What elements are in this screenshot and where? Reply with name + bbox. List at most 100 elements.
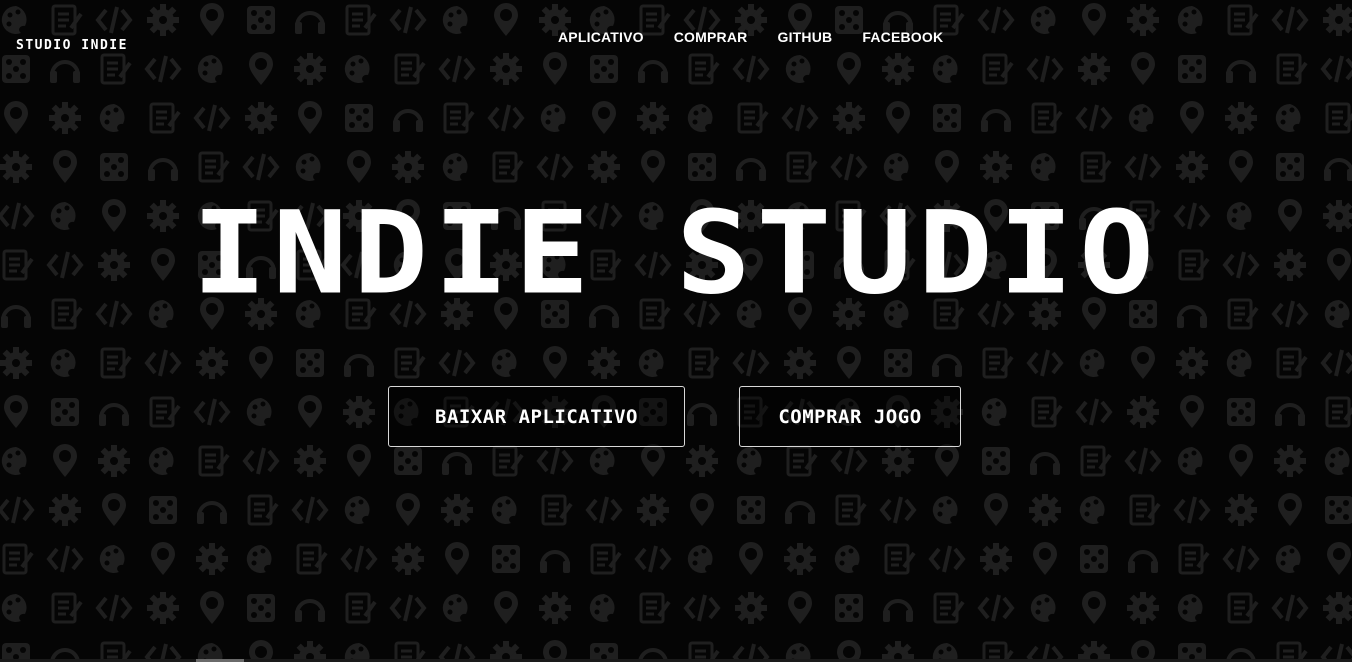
notepad-icon bbox=[1276, 347, 1308, 379]
notepad-icon bbox=[149, 102, 181, 134]
gear-icon bbox=[980, 543, 1012, 575]
download-app-button[interactable]: BAIXAR APLICATIVO bbox=[388, 386, 685, 447]
notepad-icon bbox=[1080, 445, 1112, 477]
map-pin-icon bbox=[641, 444, 665, 477]
headphones-icon bbox=[538, 550, 572, 575]
notepad-icon bbox=[1129, 494, 1161, 526]
code-icon bbox=[929, 544, 965, 574]
headphones-icon bbox=[391, 109, 425, 134]
notepad-icon bbox=[1080, 151, 1112, 183]
code-icon bbox=[96, 593, 132, 623]
gear-icon bbox=[294, 445, 326, 477]
dice-icon bbox=[1325, 496, 1352, 524]
palette-icon bbox=[1079, 495, 1105, 524]
map-pin-icon bbox=[1229, 150, 1253, 183]
gear-icon bbox=[1176, 151, 1208, 183]
headphones-icon bbox=[97, 403, 131, 428]
palette-icon bbox=[638, 348, 664, 377]
notepad-icon bbox=[1178, 543, 1210, 575]
code-icon bbox=[537, 152, 573, 182]
gear-icon bbox=[637, 102, 669, 134]
map-pin-icon bbox=[494, 591, 518, 624]
palette-icon bbox=[1030, 152, 1056, 181]
palette-icon bbox=[589, 446, 615, 475]
palette-icon bbox=[1324, 446, 1350, 475]
palette-icon bbox=[1226, 348, 1252, 377]
gear-icon bbox=[49, 494, 81, 526]
dice-icon bbox=[1276, 153, 1304, 181]
notepad-icon bbox=[688, 347, 720, 379]
notepad-icon bbox=[786, 151, 818, 183]
map-pin-icon bbox=[788, 591, 812, 624]
gear-icon bbox=[343, 396, 375, 428]
palette-icon bbox=[834, 544, 860, 573]
code-icon bbox=[0, 495, 34, 525]
headphones-icon bbox=[685, 403, 719, 428]
map-pin-icon bbox=[347, 150, 371, 183]
palette-icon bbox=[883, 152, 909, 181]
map-pin-icon bbox=[102, 493, 126, 526]
headphones-icon bbox=[979, 109, 1013, 134]
map-pin-icon bbox=[200, 591, 224, 624]
nav-link-github[interactable]: GITHUB bbox=[777, 29, 832, 45]
palette-icon bbox=[295, 152, 321, 181]
map-pin-icon bbox=[4, 101, 28, 134]
headphones-icon bbox=[146, 158, 180, 183]
dice-icon bbox=[296, 349, 324, 377]
code-icon bbox=[831, 446, 867, 476]
code-icon bbox=[782, 103, 818, 133]
gear-icon bbox=[392, 151, 424, 183]
notepad-icon bbox=[296, 543, 328, 575]
code-icon bbox=[145, 348, 181, 378]
palette-icon bbox=[1275, 103, 1301, 132]
code-icon bbox=[1174, 495, 1210, 525]
dice-icon bbox=[1080, 545, 1108, 573]
nav-link-aplicativo[interactable]: APLICATIVO bbox=[558, 29, 644, 45]
palette-icon bbox=[344, 495, 370, 524]
headphones-icon bbox=[1028, 452, 1062, 477]
map-pin-icon bbox=[347, 444, 371, 477]
nav-link-facebook[interactable]: FACEBOOK bbox=[862, 29, 943, 45]
dice-icon bbox=[933, 104, 961, 132]
site-logo[interactable]: STUDIO INDIE bbox=[16, 38, 128, 53]
palette-icon bbox=[1030, 593, 1056, 622]
headphones-icon bbox=[930, 354, 964, 379]
notepad-icon bbox=[1031, 396, 1063, 428]
gear-icon bbox=[196, 543, 228, 575]
code-icon bbox=[439, 348, 475, 378]
map-pin-icon bbox=[935, 444, 959, 477]
notepad-icon bbox=[247, 494, 279, 526]
code-icon bbox=[880, 495, 916, 525]
map-pin-icon bbox=[690, 493, 714, 526]
code-icon bbox=[537, 446, 573, 476]
buy-game-button[interactable]: COMPRAR JOGO bbox=[739, 386, 961, 447]
code-icon bbox=[292, 495, 328, 525]
headphones-icon bbox=[1322, 158, 1352, 183]
notepad-icon bbox=[198, 151, 230, 183]
gear-icon bbox=[686, 445, 718, 477]
code-icon bbox=[1076, 397, 1112, 427]
palette-icon bbox=[589, 593, 615, 622]
code-icon bbox=[978, 593, 1014, 623]
map-pin-icon bbox=[886, 101, 910, 134]
map-pin-icon bbox=[935, 150, 959, 183]
gear-icon bbox=[49, 102, 81, 134]
gear-icon bbox=[0, 151, 32, 183]
map-pin-icon bbox=[1229, 444, 1253, 477]
dice-icon bbox=[100, 153, 128, 181]
palette-icon bbox=[981, 397, 1007, 426]
notepad-icon bbox=[933, 592, 965, 624]
code-icon bbox=[1125, 446, 1161, 476]
gear-icon bbox=[392, 543, 424, 575]
hero-title: INDIE STUDIO bbox=[192, 187, 1160, 321]
palette-icon bbox=[491, 348, 517, 377]
headphones-icon bbox=[195, 501, 229, 526]
palette-icon bbox=[1079, 348, 1105, 377]
code-icon bbox=[390, 593, 426, 623]
dice-icon bbox=[884, 349, 912, 377]
headphones-icon bbox=[881, 599, 915, 624]
headphones-icon bbox=[783, 501, 817, 526]
palette-icon bbox=[1275, 544, 1301, 573]
code-icon bbox=[1076, 103, 1112, 133]
nav-link-comprar[interactable]: COMPRAR bbox=[674, 29, 748, 45]
